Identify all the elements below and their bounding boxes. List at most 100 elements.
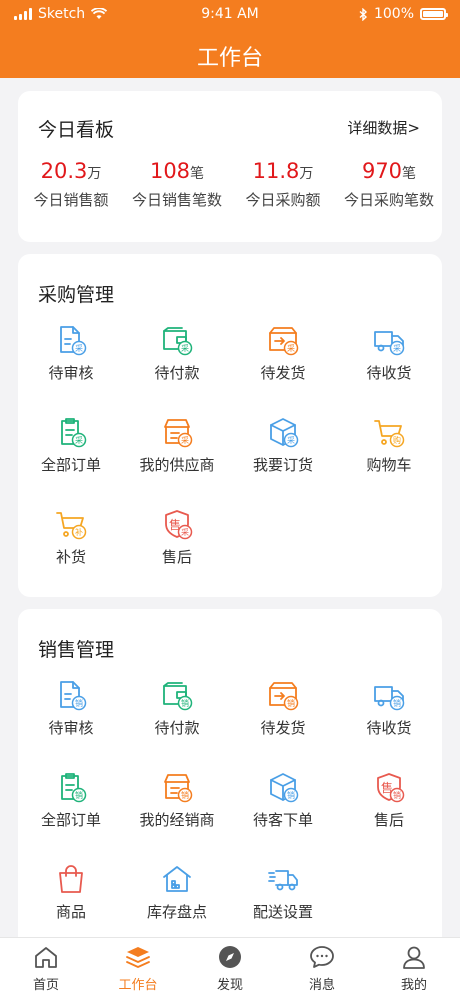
svg-text:采: 采 [393, 343, 401, 353]
sales-item[interactable]: 销待发货 [230, 679, 336, 745]
item-label: 我的经销商 [139, 811, 215, 829]
stat-unit: 万 [87, 166, 102, 182]
item-label: 全部订单 [40, 811, 101, 829]
svg-text:销: 销 [393, 790, 401, 800]
stat-purchase-count[interactable]: 970笔 今日采购笔数 [336, 159, 442, 210]
tab-label: 我的 [400, 978, 427, 993]
purchase-item[interactable]: 购购物车 [336, 416, 442, 482]
dashboard-title: 今日看板 [38, 119, 115, 141]
dashboard-card: 今日看板 详细数据> 20.3万 今日销售额 108笔 今日销售笔数 11.8万… [18, 91, 442, 242]
purchase-section-title: 采购管理 [38, 284, 115, 306]
tab-user[interactable]: 我的 [368, 938, 460, 997]
battery-percent: 100% [373, 6, 414, 22]
cart-icon: 补 [18, 508, 124, 540]
item-label: 我要订货 [252, 456, 313, 474]
svg-text:采: 采 [75, 435, 83, 445]
svg-text:购: 购 [393, 435, 401, 445]
page-title: 工作台 [196, 46, 263, 71]
tab-label: 首页 [32, 978, 59, 993]
tab-chat[interactable]: 消息 [276, 938, 368, 997]
stat-label: 今日采购笔数 [343, 191, 434, 209]
item-label: 我的供应商 [139, 456, 215, 474]
svg-text:销: 销 [75, 790, 83, 800]
sales-management-card: 销售管理 销待审核销待付款销待发货销待收货销全部订单销我的经销商销待客下单售销售… [18, 609, 442, 949]
tab-home[interactable]: 首页 [0, 938, 92, 997]
clipboard-icon: 销 [18, 771, 124, 803]
item-label: 待发货 [260, 364, 306, 382]
item-label: 购物车 [366, 456, 412, 474]
tab-label: 发现 [216, 978, 243, 993]
svg-text:采: 采 [287, 343, 295, 353]
purchase-item[interactable]: 采我要订货 [230, 416, 336, 482]
user-icon [368, 944, 460, 970]
sales-item[interactable]: 销待客下单 [230, 771, 336, 837]
svg-text:采: 采 [181, 527, 189, 537]
sales-grid: 销待审核销待付款销待发货销待收货销全部订单销我的经销商销待客下单售销售后 商品 库存… [18, 679, 442, 929]
sales-item[interactable]: 销待审核 [18, 679, 124, 745]
purchase-management-card: 采购管理 采待审核采待付款采待发货采待收货采全部订单采我的供应商采我要订货购购物… [18, 254, 442, 597]
detail-data-link[interactable]: 详细数据> [347, 117, 420, 138]
purchase-item[interactable]: 采待付款 [124, 324, 230, 390]
purchase-item[interactable]: 采全部订单 [18, 416, 124, 482]
cart-icon: 购 [336, 416, 442, 448]
document-icon: 采 [18, 324, 124, 356]
tab-compass[interactable]: 发现 [184, 938, 276, 997]
warehouse-icon [124, 863, 230, 895]
stat-unit: 笔 [190, 166, 205, 182]
purchase-item[interactable]: 补补货 [18, 508, 124, 574]
purchase-item[interactable]: 采待审核 [18, 324, 124, 390]
sales-item[interactable]: 库存盘点 [124, 863, 230, 929]
item-label: 库存盘点 [146, 903, 207, 921]
package-icon: 采 [230, 416, 336, 448]
sales-item[interactable]: 销我的经销商 [124, 771, 230, 837]
sales-item[interactable]: 配送设置 [230, 863, 336, 929]
truck-icon: 销 [336, 679, 442, 711]
sales-item[interactable]: 销待付款 [124, 679, 230, 745]
stat-value: 970 [361, 159, 403, 183]
purchase-item[interactable]: 售采售后 [124, 508, 230, 574]
sales-item[interactable]: 销待收货 [336, 679, 442, 745]
stat-sales-count[interactable]: 108笔 今日销售笔数 [124, 159, 230, 210]
item-label: 配送设置 [252, 903, 313, 921]
bottom-tab-bar: 首页 工作台 发现 消息 我的 [0, 937, 460, 997]
sales-item[interactable]: 销全部订单 [18, 771, 124, 837]
document-icon: 销 [18, 679, 124, 711]
shield-icon: 售采 [124, 508, 230, 540]
home-icon [0, 944, 92, 970]
status-bar: Sketch 9:41 AM 100% [0, 0, 460, 28]
stat-value: 20.3 [40, 159, 88, 183]
svg-text:采: 采 [181, 343, 189, 353]
purchase-item[interactable]: 采待收货 [336, 324, 442, 390]
store-icon: 采 [124, 416, 230, 448]
svg-text:销: 销 [181, 698, 189, 708]
stat-unit: 万 [299, 166, 314, 182]
compass-icon [184, 944, 276, 970]
item-label: 待审核 [48, 719, 94, 737]
stat-value: 11.8 [252, 159, 300, 183]
stat-label: 今日采购额 [245, 191, 321, 209]
wallet-icon: 采 [124, 324, 230, 356]
shield-icon: 售销 [336, 771, 442, 803]
sales-item[interactable]: 商品 [18, 863, 124, 929]
stat-unit: 笔 [402, 166, 417, 182]
item-label: 全部订单 [40, 456, 101, 474]
sales-item[interactable]: 售销售后 [336, 771, 442, 837]
battery-icon [420, 8, 448, 20]
store-icon: 销 [124, 771, 230, 803]
svg-text:采: 采 [181, 435, 189, 445]
purchase-item[interactable]: 采我的供应商 [124, 416, 230, 482]
svg-text:补: 补 [75, 527, 83, 537]
stat-sales-amount[interactable]: 20.3万 今日销售额 [18, 159, 124, 210]
svg-text:销: 销 [75, 698, 83, 708]
tab-layers[interactable]: 工作台 [92, 938, 184, 997]
item-label: 售后 [161, 548, 192, 566]
stat-label: 今日销售额 [33, 191, 109, 209]
box-outgoing-icon: 采 [230, 324, 336, 356]
stat-value: 108 [149, 159, 191, 183]
layers-icon [92, 944, 184, 970]
truck-icon: 采 [336, 324, 442, 356]
stat-purchase-amount[interactable]: 11.8万 今日采购额 [230, 159, 336, 210]
purchase-item[interactable]: 采待发货 [230, 324, 336, 390]
stats-row: 20.3万 今日销售额 108笔 今日销售笔数 11.8万 今日采购额 970笔… [18, 159, 442, 210]
item-label: 待付款 [154, 719, 200, 737]
